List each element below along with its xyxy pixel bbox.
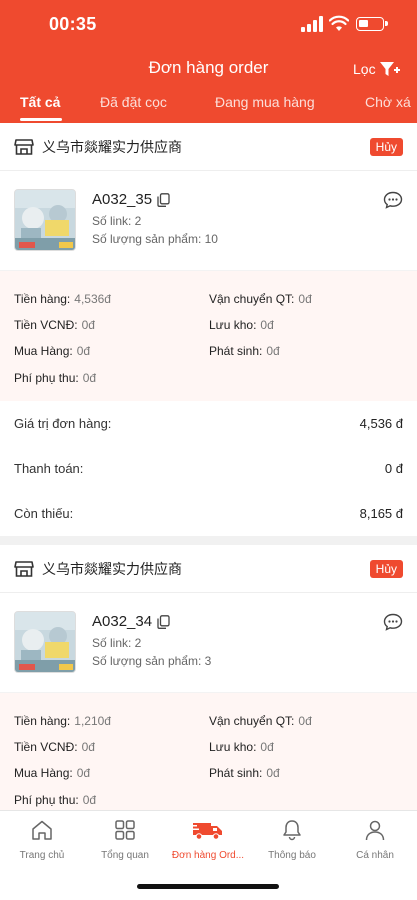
order-code-text: A032_34 xyxy=(92,613,153,630)
bell-icon xyxy=(283,820,301,841)
status-time: 00:35 xyxy=(49,14,97,34)
product-row[interactable]: A032_35 Số link: 2 Số lượng sản phẩm: 10 xyxy=(0,171,417,271)
home-indicator xyxy=(137,884,279,889)
store-icon xyxy=(14,138,34,155)
copy-icon[interactable] xyxy=(157,614,170,629)
total-order-value: Giá trị đơn hàng: 4,536 đ xyxy=(14,416,403,431)
shop-row: 义乌市燚耀实力供应商 Hủy xyxy=(0,123,417,171)
product-thumbnail xyxy=(14,189,76,251)
cost-goods: Tiền hàng: 4,536đ xyxy=(14,292,111,306)
nav-profile-label: Cá nhân xyxy=(356,850,394,861)
link-count: Số link: 2 xyxy=(92,636,142,650)
link-count: Số link: 2 xyxy=(92,214,142,228)
header: 00:35 Đơn hàng order Lọc Tất cả Đã đặt c… xyxy=(0,0,417,123)
cost-domestic-shipping: Tiền VCNĐ: 0đ xyxy=(14,318,95,332)
nav-orders[interactable]: Đơn hàng Ord... xyxy=(166,819,250,863)
shop-row: 义乌市燚耀实力供应商 Hủy xyxy=(0,545,417,593)
status-bar: 00:35 xyxy=(0,0,417,50)
nav-notifications-label: Thông báo xyxy=(268,850,316,861)
cost-domestic-shipping: Tiền VCNĐ: 0đ xyxy=(14,740,95,754)
nav-home-label: Trang chủ xyxy=(19,850,65,861)
nav-profile[interactable]: Cá nhân xyxy=(333,819,417,863)
nav-home[interactable]: Trang chủ xyxy=(0,819,84,863)
person-icon xyxy=(365,820,385,841)
store-icon xyxy=(14,560,34,577)
cost-incurred: Phát sinh: 0đ xyxy=(209,344,280,358)
cost-purchase: Mua Hàng: 0đ xyxy=(14,344,91,358)
product-thumbnail xyxy=(14,611,76,673)
home-icon xyxy=(32,820,52,840)
chat-icon[interactable] xyxy=(383,613,403,631)
nav-overview-label: Tổng quan xyxy=(101,850,149,861)
cost-surcharge: Phí phụ thu: 0đ xyxy=(14,371,97,385)
order-card[interactable]: 义乌市燚耀实力供应商 Hủy A032_35 Số link: 2 Số lượ… xyxy=(0,123,417,536)
status-badge: Hủy xyxy=(369,138,403,156)
order-code-text: A032_35 xyxy=(92,191,153,208)
order-totals: Giá trị đơn hàng: 4,536 đ Thanh toán: 0 đ … xyxy=(0,401,417,536)
truck-icon xyxy=(191,823,222,840)
battery-icon xyxy=(356,17,388,31)
nav-overview[interactable]: Tổng quan xyxy=(83,819,167,863)
order-code: A032_35 xyxy=(92,191,170,208)
signal-icon xyxy=(301,16,323,32)
product-row[interactable]: A032_34 Số link: 2 Số lượng sản phẩm: 3 xyxy=(0,593,417,693)
filter-label: Lọc xyxy=(353,61,376,77)
product-quantity: Số lượng sản phẩm: 3 xyxy=(92,654,212,668)
filter-add-icon xyxy=(379,62,400,76)
order-tabs: Tất cả Đã đặt cọc Đang mua hàng Chờ xá xyxy=(0,92,417,123)
cost-surcharge: Phí phụ thu: 0đ xyxy=(14,793,97,807)
cost-goods: Tiền hàng: 1,210đ xyxy=(14,714,111,728)
copy-icon[interactable] xyxy=(157,192,170,207)
grid-icon xyxy=(115,820,135,840)
order-list[interactable]: 义乌市燚耀实力供应商 Hủy A032_35 Số link: 2 Số lượ… xyxy=(0,123,417,810)
shop-name: 义乌市燚耀实力供应商 xyxy=(42,560,182,577)
nav-notifications[interactable]: Thông báo xyxy=(250,819,334,863)
tab-waiting[interactable]: Chờ xá xyxy=(365,94,411,110)
active-tab-indicator xyxy=(20,118,62,121)
cost-breakdown: Tiền hàng: 1,210đ Vận chuyển QT: 0đ Tiền V… xyxy=(0,693,417,810)
cost-purchase: Mua Hàng: 0đ xyxy=(14,766,91,780)
product-quantity: Số lượng sản phẩm: 10 xyxy=(92,232,218,246)
shop-name: 义乌市燚耀实力供应商 xyxy=(42,138,182,155)
cost-incurred: Phát sinh: 0đ xyxy=(209,766,280,780)
total-remaining: Còn thiếu: 8,165 đ xyxy=(14,506,403,521)
status-badge: Hủy xyxy=(369,560,403,578)
cost-intl-shipping: Vận chuyển QT: 0đ xyxy=(209,292,312,306)
cost-storage: Lưu kho: 0đ xyxy=(209,740,274,754)
tab-deposited[interactable]: Đã đặt cọc xyxy=(100,94,167,110)
tab-all[interactable]: Tất cả xyxy=(20,94,60,110)
order-code: A032_34 xyxy=(92,613,170,630)
wifi-icon xyxy=(329,15,349,31)
nav-orders-label: Đơn hàng Ord... xyxy=(171,850,245,861)
chat-icon[interactable] xyxy=(383,191,403,209)
cost-storage: Lưu kho: 0đ xyxy=(209,318,274,332)
cost-intl-shipping: Vận chuyển QT: 0đ xyxy=(209,714,312,728)
total-paid: Thanh toán: 0 đ xyxy=(14,461,403,476)
tab-purchasing[interactable]: Đang mua hàng xyxy=(215,94,315,110)
filter-button[interactable]: Lọc xyxy=(353,60,401,78)
cost-breakdown: Tiền hàng: 4,536đ Vận chuyển QT: 0đ Tiền V… xyxy=(0,271,417,401)
order-card[interactable]: 义乌市燚耀实力供应商 Hủy A032_34 Số link: 2 Số lượ… xyxy=(0,545,417,810)
